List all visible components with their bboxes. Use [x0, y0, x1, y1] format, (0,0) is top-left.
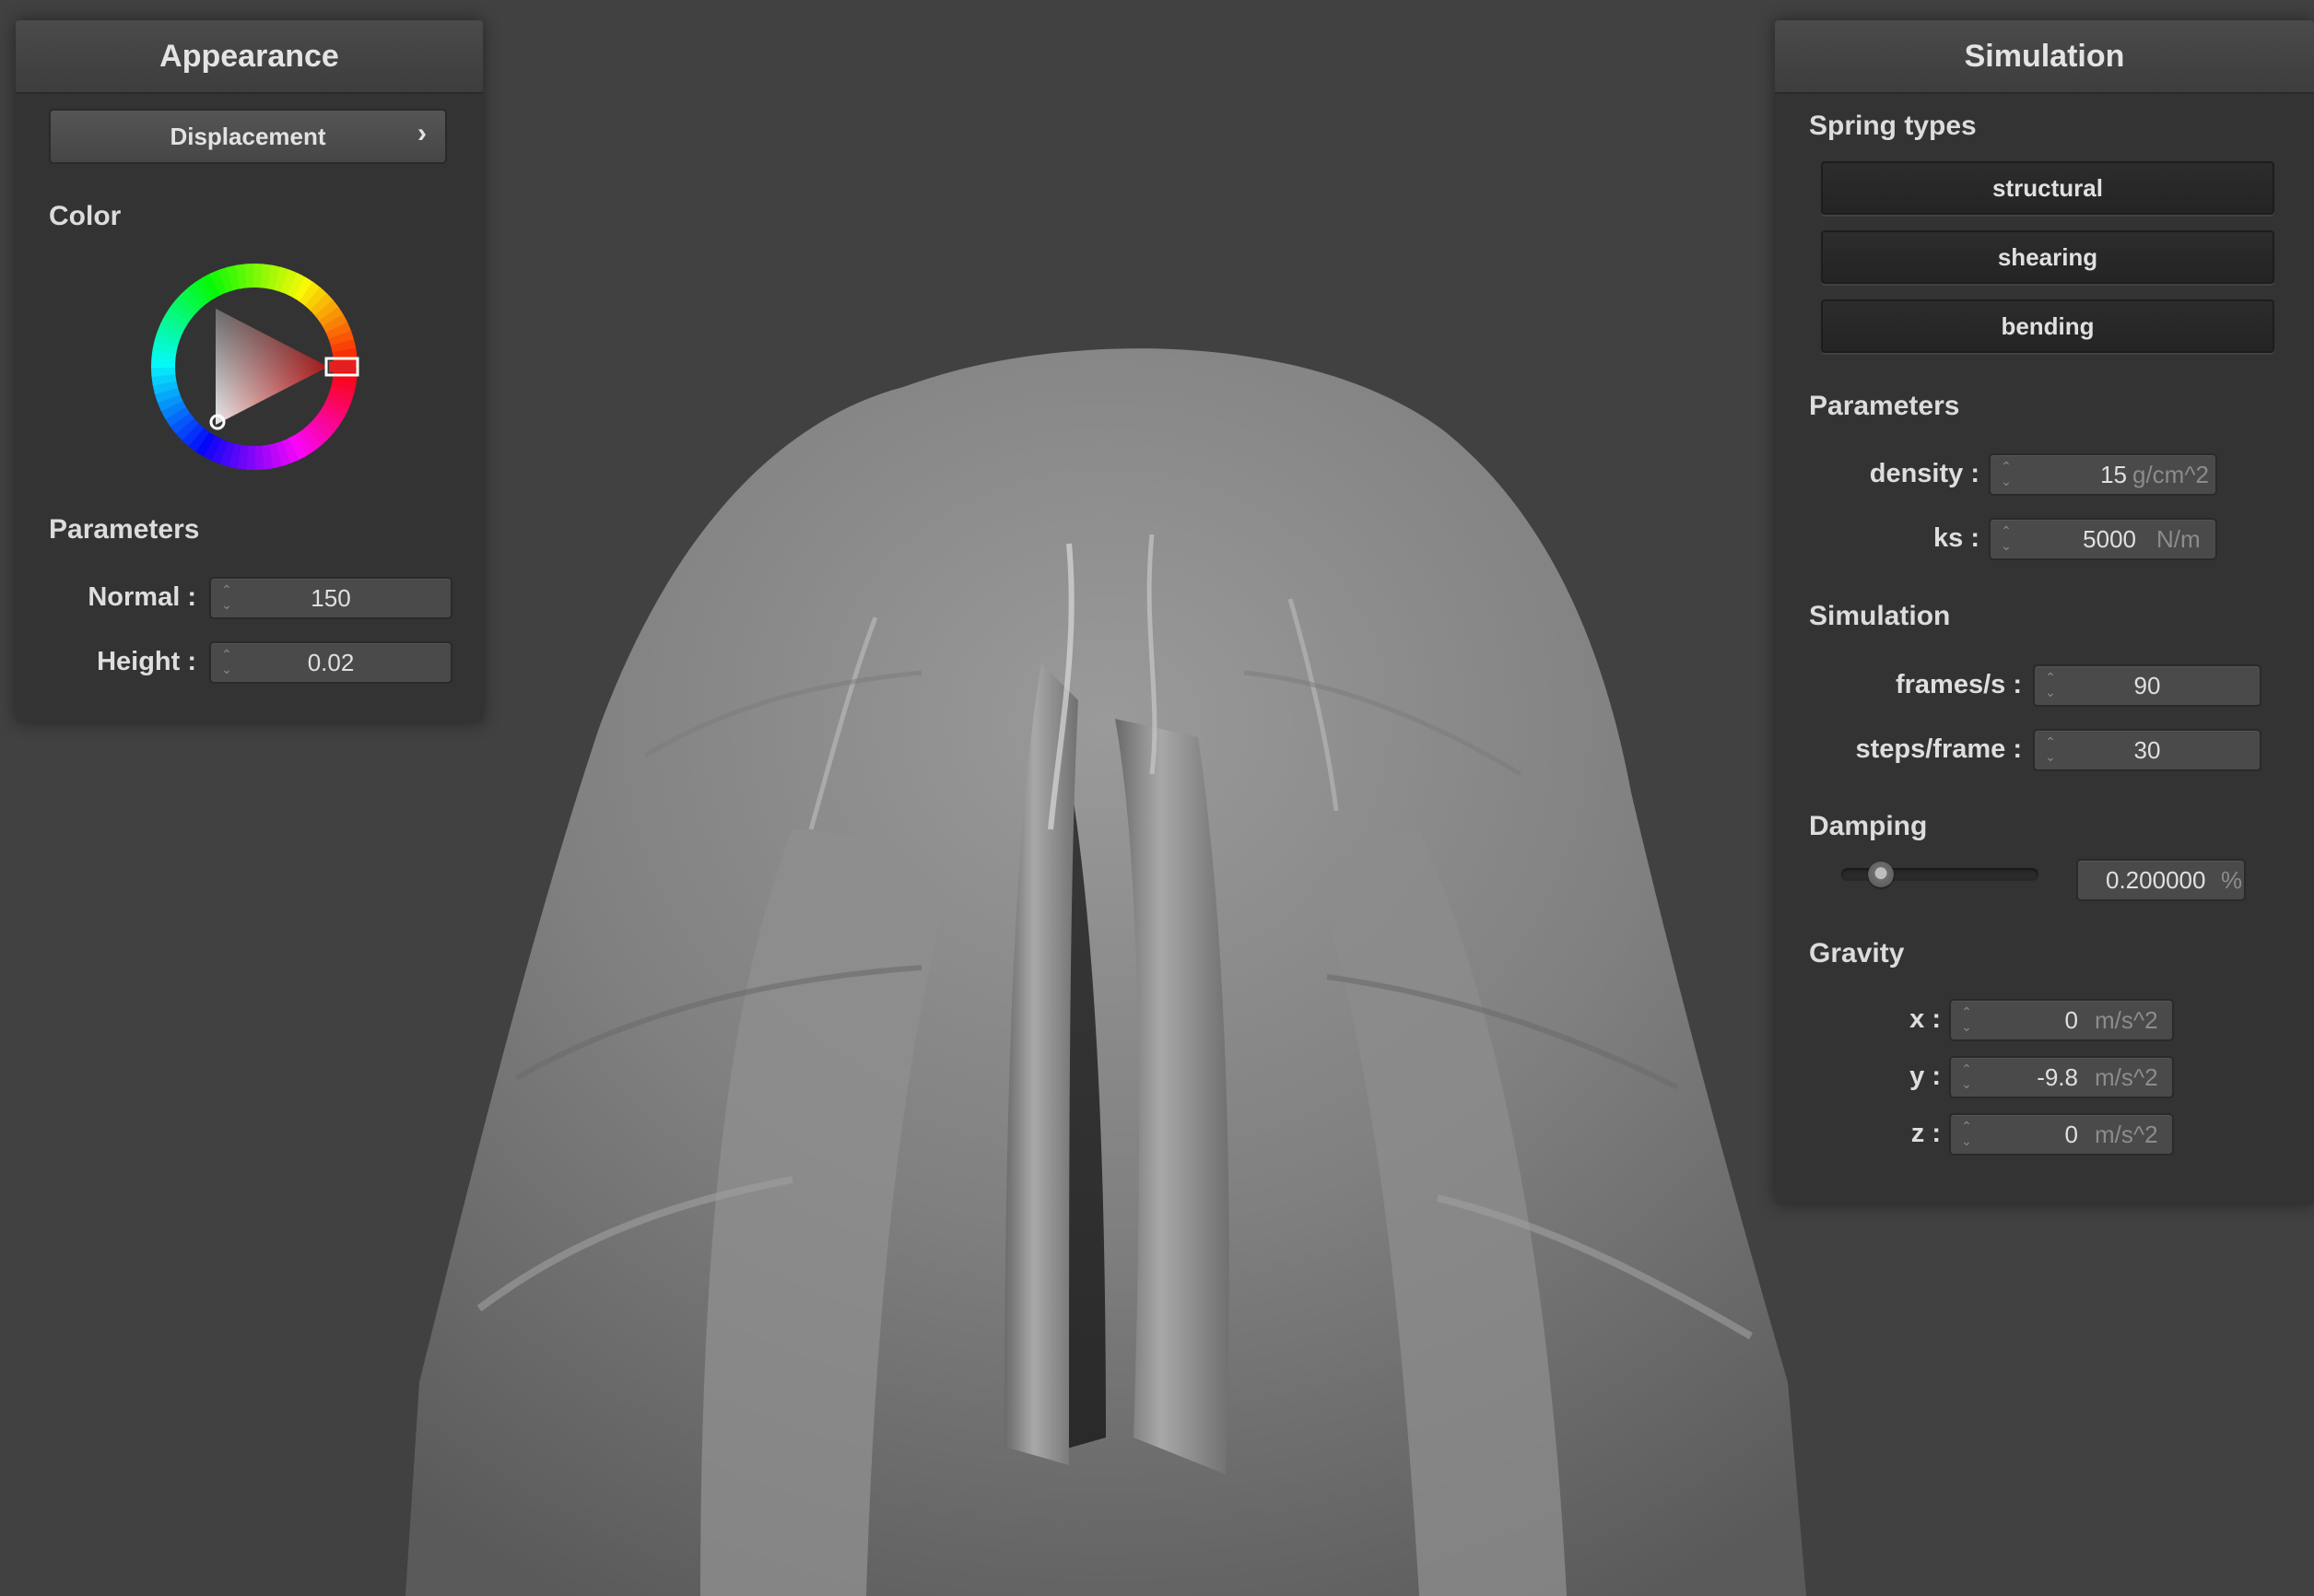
gravity-z-spinner[interactable]: ⌃ ⌄ [1960, 1120, 1973, 1147]
gravity-y-label: y : [1909, 1062, 1941, 1091]
spin-up-icon: ⌃ [2001, 523, 2012, 538]
gravity-z-unit: m/s^2 [2095, 1121, 2158, 1148]
damping-value: 0.200000 [2106, 866, 2206, 894]
spin-down-icon: ⌄ [2001, 474, 2012, 488]
hue-selector-fill [329, 361, 355, 372]
gravity-y-value: -9.8 [2037, 1063, 2078, 1091]
appearance-panel-title: Appearance [16, 20, 483, 94]
spin-up-icon: ⌃ [1961, 1119, 1972, 1133]
gravity-y-unit: m/s^2 [2095, 1063, 2158, 1091]
gravity-title: Gravity [1809, 938, 1905, 968]
ks-spinner[interactable]: ⌃ ⌄ [2000, 524, 2013, 552]
color-section-title: Color [49, 201, 122, 231]
gravity-x-field[interactable]: ⌃ ⌄ 0 m/s^2 [1949, 999, 2174, 1041]
damping-title: Damping [1809, 811, 1928, 841]
structural-spring-button[interactable]: structural [1821, 161, 2274, 215]
steps-per-frame-label: steps/frame : [1855, 734, 2022, 764]
displacement-mode-button[interactable]: Displacement › [49, 109, 447, 164]
spin-down-icon: ⌄ [2001, 538, 2012, 553]
ks-field[interactable]: ⌃ ⌄ 5000 N/m [1989, 518, 2217, 560]
gravity-y-spinner[interactable]: ⌃ ⌄ [1960, 1062, 1973, 1090]
fps-label: frames/s : [1895, 670, 2022, 699]
gravity-z-value: 0 [2064, 1121, 2078, 1148]
spin-up-icon: ⌃ [2001, 459, 2012, 474]
spin-up-icon: ⌃ [1961, 1062, 1972, 1076]
density-value: 15 [2100, 461, 2127, 488]
gravity-x-label: x : [1909, 1004, 1941, 1034]
damping-slider-knob[interactable] [1867, 862, 1894, 887]
density-unit: g/cm^2 [2132, 461, 2210, 488]
damping-slider[interactable] [1841, 862, 2038, 887]
simulation-section-title: Simulation [1809, 601, 1951, 631]
simulation-parameters-title: Parameters [1809, 391, 1960, 421]
color-wheel[interactable] [144, 256, 365, 477]
density-label: density : [1869, 459, 1979, 488]
spin-down-icon: ⌄ [1961, 1133, 1972, 1148]
normal-label: Normal : [88, 582, 196, 612]
appearance-panel: Appearance Displacement › Color Paramete… [16, 20, 483, 722]
density-field[interactable]: ⌃ ⌄ 15 g/cm^2 [1989, 453, 2217, 496]
steps-per-frame-field[interactable]: ⌃ ⌄ 30 [2033, 729, 2261, 771]
damping-unit: % [2221, 866, 2243, 894]
shearing-spring-button[interactable]: shearing [1821, 230, 2274, 284]
spring-types-title: Spring types [1809, 111, 1977, 141]
density-spinner[interactable]: ⌃ ⌄ [2000, 460, 2013, 487]
fps-field[interactable]: ⌃ ⌄ 90 [2033, 664, 2261, 707]
simulation-panel-title: Simulation [1775, 20, 2314, 94]
gravity-y-field[interactable]: ⌃ ⌄ -9.8 m/s^2 [1949, 1056, 2174, 1098]
triangle-shade [216, 309, 328, 425]
displacement-mode-label: Displacement [170, 122, 326, 150]
spin-down-icon: ⌄ [1961, 1019, 1972, 1034]
simulation-panel: Simulation Spring types structural shear… [1775, 20, 2314, 1204]
chevron-right-icon: › [417, 118, 427, 148]
ks-unit: N/m [2156, 525, 2201, 553]
damping-field[interactable]: 0.200000 % [2076, 859, 2246, 901]
normal-value: 150 [311, 584, 351, 612]
height-field[interactable]: ⌃ ⌄ 0.02 [209, 641, 452, 684]
spin-up-icon: ⌃ [1961, 1004, 1972, 1019]
gravity-z-field[interactable]: ⌃ ⌄ 0 m/s^2 [1949, 1113, 2174, 1156]
appearance-parameters-title: Parameters [49, 514, 200, 545]
ks-label: ks : [1933, 523, 1979, 553]
gravity-z-label: z : [1910, 1119, 1941, 1148]
height-value: 0.02 [307, 649, 355, 676]
gravity-x-unit: m/s^2 [2095, 1006, 2158, 1034]
normal-field[interactable]: ⌃ ⌄ 150 [209, 577, 452, 619]
bending-spring-button[interactable]: bending [1821, 299, 2274, 353]
height-label: Height : [97, 647, 196, 676]
fps-value: 90 [2133, 672, 2161, 699]
ks-value: 5000 [2083, 525, 2136, 553]
gravity-x-value: 0 [2064, 1006, 2078, 1034]
spin-down-icon: ⌄ [1961, 1076, 1972, 1091]
cloth-mesh [405, 348, 1806, 1596]
steps-value: 30 [2133, 736, 2161, 764]
gravity-x-spinner[interactable]: ⌃ ⌄ [1960, 1005, 1973, 1033]
